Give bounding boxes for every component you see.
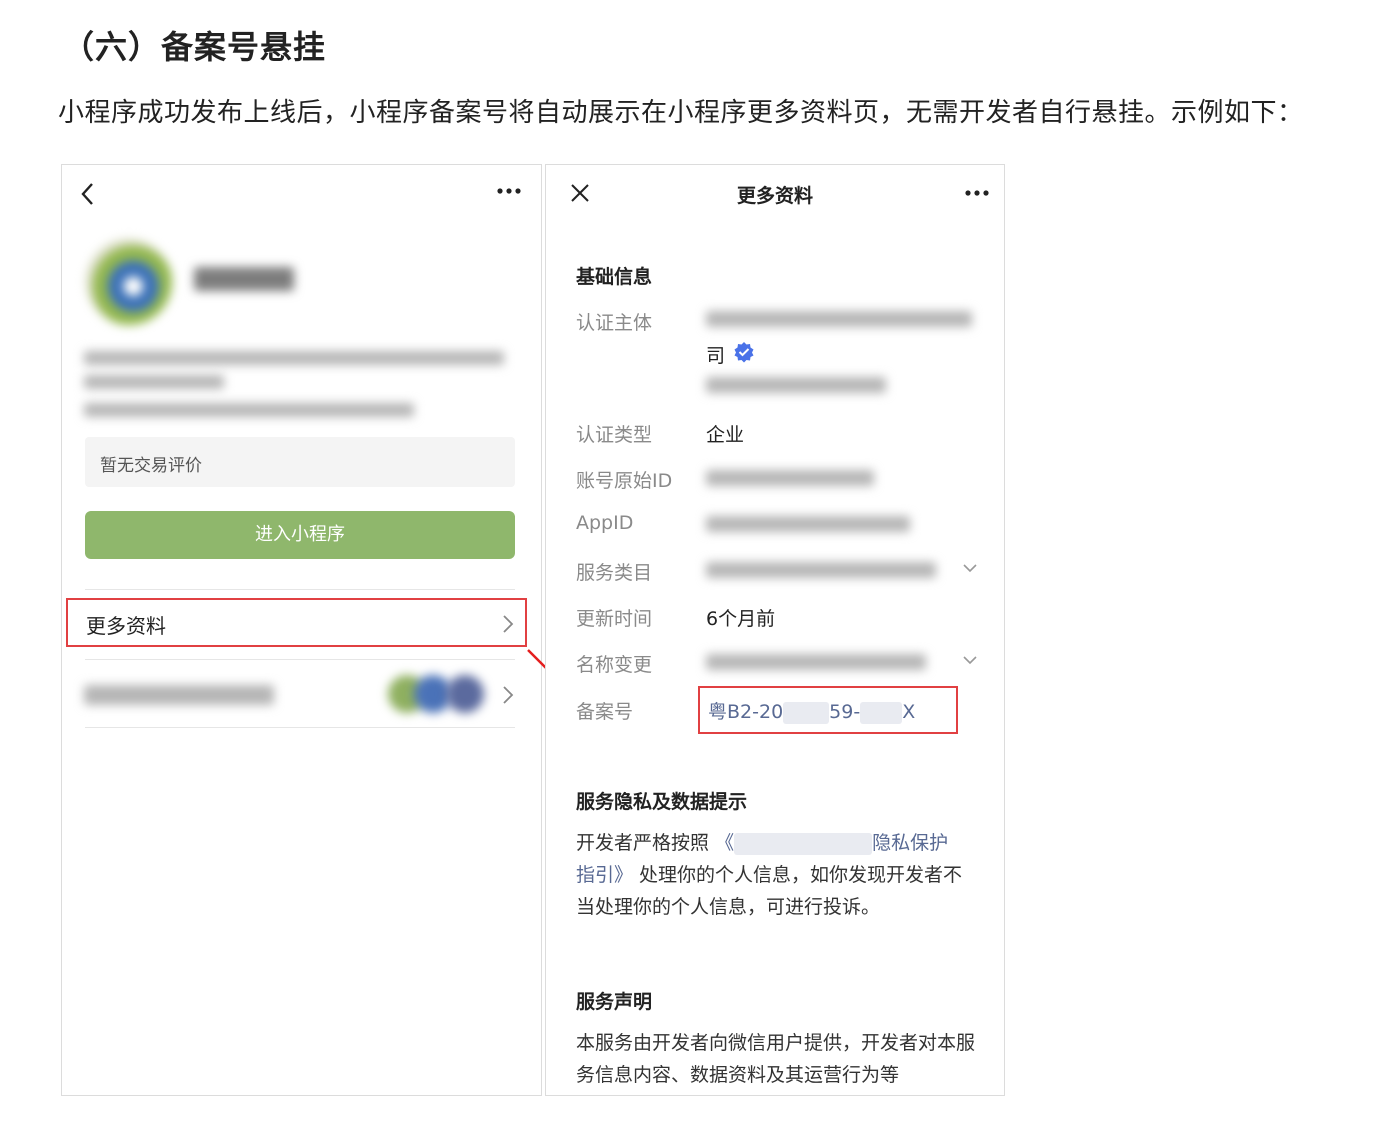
auth-subject-tail: 司	[706, 345, 726, 367]
name-change-value	[706, 654, 926, 670]
service-category-value	[706, 562, 936, 578]
intro-text: 小程序成功发布上线后，小程序备案号将自动展示在小程序更多资料页，无需开发者自行悬…	[58, 98, 1304, 128]
auth-subject-value	[706, 311, 972, 327]
update-time-value: 6个月前	[706, 608, 776, 630]
record-number-label: 备案号	[576, 701, 634, 723]
related-app-avatar	[446, 675, 484, 713]
divider	[85, 589, 515, 590]
account-id-label: 账号原始ID	[576, 470, 673, 492]
mini-program-avatar	[86, 239, 172, 325]
auth-type-label: 认证类型	[576, 424, 653, 446]
review-text: 暂无交易评价	[100, 456, 202, 476]
name-change-label: 名称变更	[576, 654, 653, 676]
privacy-section-title: 服务隐私及数据提示	[576, 791, 748, 813]
more-dots-icon[interactable]	[964, 189, 990, 197]
service-category-label: 服务类目	[576, 562, 653, 584]
mini-program-profile-screen: 暂无交易评价 进入小程序 更多资料	[61, 164, 542, 1096]
screen-title: 更多资料	[736, 185, 813, 207]
service-statement-title: 服务声明	[576, 991, 653, 1013]
record-number-highlight: 粤B2-20 59- X	[698, 686, 958, 734]
chevron-right-icon	[502, 614, 514, 634]
more-info-screen: 更多资料 基础信息 认证主体 司 认证类型 企业 账号原始ID AppID 服务…	[545, 164, 1005, 1096]
appid-label: AppID	[576, 512, 634, 534]
basic-info-section-title: 基础信息	[576, 266, 653, 288]
related-mini-programs-label	[84, 685, 274, 705]
appid-value	[706, 516, 910, 532]
auth-type-value: 企业	[706, 424, 745, 446]
account-id-value	[706, 470, 874, 486]
record-number-value: 粤B2-20 59- X	[708, 701, 916, 724]
auth-subject-label: 认证主体	[576, 312, 653, 334]
verified-badge-icon	[733, 341, 755, 363]
privacy-paragraph: 开发者严格按照 《隐私保护 指引》 处理你的个人信息，如你发现开发者不当处理你的个…	[576, 832, 963, 918]
mini-program-name	[194, 267, 294, 291]
more-dots-icon[interactable]	[496, 187, 522, 195]
auth-subject-id	[706, 377, 886, 393]
divider	[85, 659, 515, 660]
divider	[85, 727, 515, 728]
more-info-row[interactable]: 更多资料	[66, 598, 527, 647]
description-line	[84, 351, 504, 365]
chevron-down-icon[interactable]	[962, 563, 978, 573]
transaction-review-box: 暂无交易评价	[85, 437, 515, 487]
update-time-label: 更新时间	[576, 608, 653, 630]
section-heading: （六）备案号悬挂	[62, 28, 327, 66]
chevron-down-icon[interactable]	[962, 655, 978, 665]
enter-mini-program-button[interactable]: 进入小程序	[85, 511, 515, 559]
chevron-right-icon[interactable]	[502, 685, 514, 705]
back-chevron-icon[interactable]	[78, 181, 98, 207]
more-info-label: 更多资料	[86, 614, 166, 638]
company-line	[84, 403, 414, 417]
description-line	[84, 375, 224, 389]
service-statement-paragraph: 本服务由开发者向微信用户提供，开发者对本服务信息内容、数据资料及其运营行为等	[576, 1032, 976, 1086]
